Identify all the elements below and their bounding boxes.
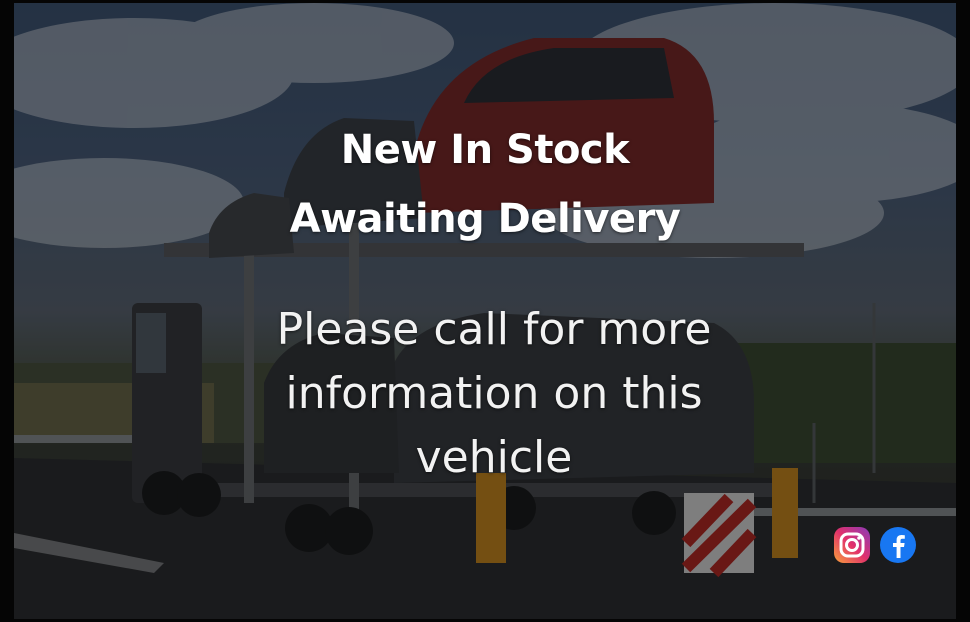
facebook-icon[interactable] [878,525,918,565]
image-frame: New In Stock Awaiting Delivery Please ca… [0,0,970,622]
instagram-icon[interactable] [832,525,872,565]
social-icons [832,525,918,565]
info-message: Please call for more information on this… [276,304,712,483]
banner-image: New In Stock Awaiting Delivery Please ca… [14,3,956,619]
headline-awaiting-delivery: Awaiting Delivery [289,196,681,242]
headline-new-in-stock: New In Stock [340,127,630,173]
